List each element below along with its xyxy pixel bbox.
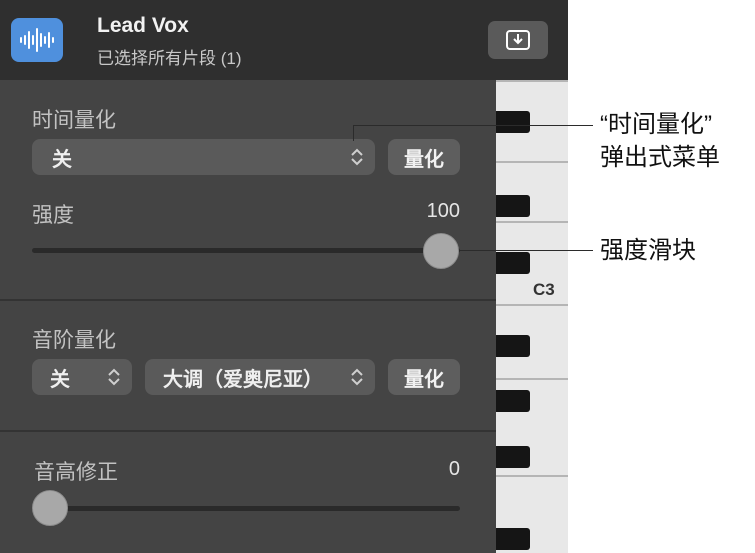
- scale-mode-popup[interactable]: 关: [32, 359, 132, 395]
- waveform-icon: [11, 18, 63, 62]
- black-key[interactable]: [496, 111, 530, 133]
- piano-keyboard: [496, 80, 568, 553]
- inspector-panel: Lead Vox 已选择所有片段 (1) 时间量化 关 量化 强度 100 音阶…: [0, 0, 568, 553]
- black-key[interactable]: [496, 252, 530, 274]
- time-quantize-label: 时间量化: [32, 109, 116, 132]
- black-key[interactable]: [496, 335, 530, 357]
- scale-type-popup-value: 大调（爱奥尼亚）: [163, 368, 323, 391]
- strength-slider-track[interactable]: [32, 248, 460, 253]
- black-key[interactable]: [496, 446, 530, 468]
- key-separator: [496, 80, 568, 82]
- region-header: Lead Vox 已选择所有片段 (1): [0, 0, 568, 80]
- pitch-correction-slider-knob[interactable]: [32, 490, 68, 526]
- callout-line: [460, 250, 593, 251]
- black-key[interactable]: [496, 195, 530, 217]
- pitch-correction-value: 0: [448, 458, 460, 480]
- time-quantize-popup[interactable]: 关: [32, 139, 375, 175]
- chevron-up-down-icon: [351, 148, 363, 166]
- callout-text-line: “时间量化”: [600, 111, 712, 138]
- pitch-correction-label: 音高修正: [34, 461, 118, 484]
- black-key[interactable]: [496, 528, 530, 550]
- section-divider: [0, 299, 496, 301]
- section-divider: [0, 430, 496, 432]
- download-button[interactable]: [488, 21, 548, 59]
- scale-type-popup[interactable]: 大调（爱奥尼亚）: [145, 359, 375, 395]
- scale-quantize-label: 音阶量化: [32, 329, 116, 352]
- chevron-up-down-icon: [351, 368, 363, 386]
- time-quantize-callout: “时间量化” 弹出式菜单: [600, 108, 720, 174]
- region-title: Lead Vox: [97, 14, 189, 37]
- time-quantize-popup-value: 关: [52, 148, 72, 171]
- callout-line: [353, 125, 354, 141]
- scale-mode-popup-value: 关: [50, 368, 70, 391]
- time-quantize-button[interactable]: 量化: [388, 139, 460, 175]
- strength-slider-knob[interactable]: [423, 233, 459, 269]
- key-separator: [496, 221, 568, 223]
- key-separator: [496, 304, 568, 306]
- c3-key-label: C3: [533, 280, 555, 299]
- pitch-correction-slider-track[interactable]: [32, 506, 460, 511]
- strength-value: 100: [426, 200, 460, 222]
- key-separator: [496, 161, 568, 163]
- chevron-up-down-icon: [108, 368, 120, 386]
- region-subtitle: 已选择所有片段 (1): [97, 49, 242, 68]
- download-tray-icon: [506, 30, 530, 50]
- black-key[interactable]: [496, 390, 530, 412]
- quantize-content: 时间量化 关 量化 强度 100 音阶量化 关 大调（爱奥尼亚） 量化 音高修正…: [0, 80, 496, 553]
- key-separator: [496, 475, 568, 477]
- strength-slider-callout: 强度滑块: [600, 237, 696, 264]
- callout-text-line: 弹出式菜单: [600, 144, 720, 171]
- key-separator: [496, 378, 568, 380]
- scale-quantize-button[interactable]: 量化: [388, 359, 460, 395]
- callout-line: [353, 125, 593, 126]
- strength-label: 强度: [32, 204, 74, 227]
